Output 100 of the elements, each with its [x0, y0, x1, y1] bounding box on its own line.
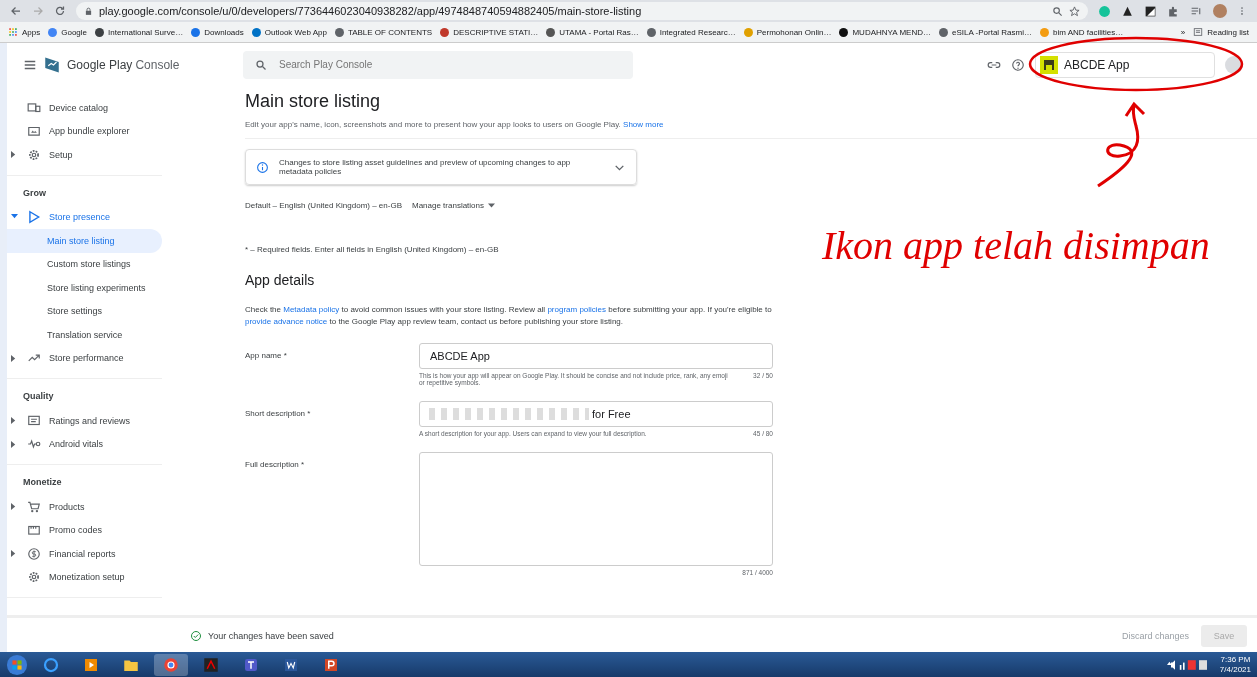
bookmark[interactable]: bim AND facilities…: [1040, 27, 1124, 37]
bookmark-icon: [334, 27, 344, 37]
caret-icon: [11, 213, 18, 221]
bundle-icon: [27, 124, 41, 139]
ticket-icon: [27, 523, 41, 538]
cart-icon: [27, 499, 41, 514]
sidebar-item[interactable]: Main store listing: [7, 229, 162, 253]
policy-link[interactable]: provide advance notice: [245, 317, 328, 326]
taskbar-time: 7:36 PM: [1219, 654, 1251, 665]
caret-icon: [11, 417, 18, 425]
bookmark[interactable]: UTAMA - Portal Ras…: [546, 27, 639, 37]
reload-icon: [54, 5, 66, 17]
caret-icon: [11, 550, 18, 558]
bookmark-icon: [646, 27, 656, 37]
required-fields-note: * – Required fields. Enter all fields in English (United Kingdom) – en-GB: [245, 245, 500, 254]
lock-icon: [84, 6, 93, 16]
profile-avatar[interactable]: [1213, 4, 1227, 18]
start-icon: [6, 653, 28, 676]
bookmark[interactable]: MUDAHNYA MEND…: [839, 27, 931, 37]
save-status: Your changes have been saved: [208, 630, 334, 641]
policy-text: Check the Metadata policy to avoid common issues with your store listing. Review all program policies before submitting your app. If you're eligible to provide advance notice to the Google Play app review team, contact us before publishing your store listing.: [245, 304, 773, 328]
field-label: App name *: [245, 350, 288, 362]
bookmark[interactable]: Permohonan Onlin…: [743, 27, 832, 37]
settings-icon: [27, 147, 41, 162]
star-icon: [1069, 5, 1080, 17]
annotation-text: Ikon app telah disimpan: [822, 222, 1210, 269]
bookmark-icon: [95, 27, 105, 37]
puzzle-icon: [1167, 4, 1180, 18]
bookmark-icon: [1040, 27, 1049, 37]
sidebar-item[interactable]: Store listing experiments: [7, 276, 162, 300]
bookmark[interactable]: Outlook Web App: [251, 27, 327, 37]
app-selector[interactable]: ABCDE App: [1035, 51, 1215, 78]
policy-link[interactable]: program policies: [547, 305, 607, 314]
notice-card[interactable]: Changes to store listing asset guidelines and preview of upcoming changes to app metadata policies: [245, 149, 637, 185]
bookmark[interactable]: International Surve…: [95, 27, 184, 37]
bookmark[interactable]: DESCRIPTIVE STATI…: [440, 27, 539, 37]
text-area[interactable]: [419, 452, 773, 566]
sidebar-item[interactable]: Financial reports: [7, 542, 162, 566]
policy-link[interactable]: Metadata policy: [283, 305, 340, 314]
device-icon: [27, 100, 41, 115]
address-bar[interactable]: play.google.com/console/u/0/developers/7736446023040938282/app/4974848740594882405/main-store-listing: [76, 2, 1088, 20]
bookmark-icon: [839, 27, 849, 37]
sidebar-item[interactable]: Setup: [7, 143, 162, 167]
bookmark-icon: [48, 27, 58, 37]
sidebar-item[interactable]: Promo codes: [7, 518, 162, 542]
sidebar-item[interactable]: Device catalog: [7, 96, 162, 120]
sidebar-item[interactable]: Translation service: [7, 323, 162, 347]
bookmark-icon: [251, 27, 261, 37]
input-field[interactable]: ABCDE App: [419, 343, 773, 369]
caret-icon: [11, 503, 18, 511]
bookmark-icon: [938, 27, 948, 37]
sidebar-item[interactable]: Ratings and reviews: [7, 409, 162, 433]
bookmark-icon: [546, 27, 556, 37]
bookmark[interactable]: eSILA -Portal Rasmi…: [938, 27, 1032, 37]
search-icon: [1052, 5, 1063, 17]
manage-translations-button[interactable]: Manage translations: [411, 201, 495, 210]
more-bookmarks[interactable]: »: [1180, 27, 1186, 37]
sidebar-item[interactable]: Store settings: [7, 299, 162, 323]
sidebar-item[interactable]: Store presence: [7, 205, 162, 229]
field-label: Full description *: [245, 459, 306, 471]
extension-icon: [1121, 4, 1134, 18]
section-heading: Quality: [22, 390, 55, 403]
sidebar-item[interactable]: Store performance: [7, 346, 162, 370]
reading-list-icon: [1193, 27, 1204, 37]
review-icon: [27, 413, 41, 428]
section-heading: Grow: [22, 186, 47, 200]
sidebar-item[interactable]: Custom store listings: [7, 252, 162, 276]
bookmark-icon: [440, 27, 450, 37]
field-label: Short description *: [245, 408, 312, 420]
extension-icon: [1098, 4, 1111, 18]
caret-icon: [11, 354, 18, 362]
show-more-link[interactable]: Show more: [623, 120, 664, 129]
page-description: Edit your app's name, icon, screenshots and more to present how your app looks to users on Google Play.: [245, 120, 621, 129]
browser-icon: [42, 655, 60, 674]
sidebar-item[interactable]: Android vitals: [7, 432, 162, 456]
forward-icon: [32, 5, 44, 17]
taskbar-date: 7/4/2021: [1219, 664, 1251, 675]
section-heading: Monetize: [22, 476, 63, 489]
bookmark[interactable]: Downloads: [191, 27, 244, 37]
brand-suffix: Console: [135, 57, 180, 72]
brand-name: Google Play: [67, 57, 133, 72]
bookmark[interactable]: TABLE OF CONTENTS: [334, 27, 433, 37]
caret-icon: [488, 203, 495, 208]
language-label: Default – English (United Kingdom) – en-GB: [245, 201, 402, 210]
extension-icon: [1144, 4, 1157, 18]
settings-icon: [27, 570, 41, 585]
page-title: Main store listing: [245, 91, 382, 112]
sidebar-item[interactable]: Products: [7, 495, 162, 519]
bookmark[interactable]: Integrated Researc…: [646, 27, 736, 37]
apps-grid-icon: [8, 27, 18, 37]
sidebar-item[interactable]: App bundle explorer: [7, 119, 162, 143]
search-field[interactable]: Search Play Console: [243, 50, 633, 79]
bookmark-icon: [743, 27, 753, 37]
sidebar-item[interactable]: Monetization setup: [7, 565, 162, 589]
search-icon: [255, 58, 267, 71]
bookmark[interactable]: Google: [48, 27, 88, 37]
section-title: App details: [245, 272, 316, 288]
reading-list[interactable]: Reading list: [1193, 27, 1249, 37]
caret-icon: [11, 151, 18, 159]
bookmark[interactable]: Apps: [8, 27, 41, 37]
